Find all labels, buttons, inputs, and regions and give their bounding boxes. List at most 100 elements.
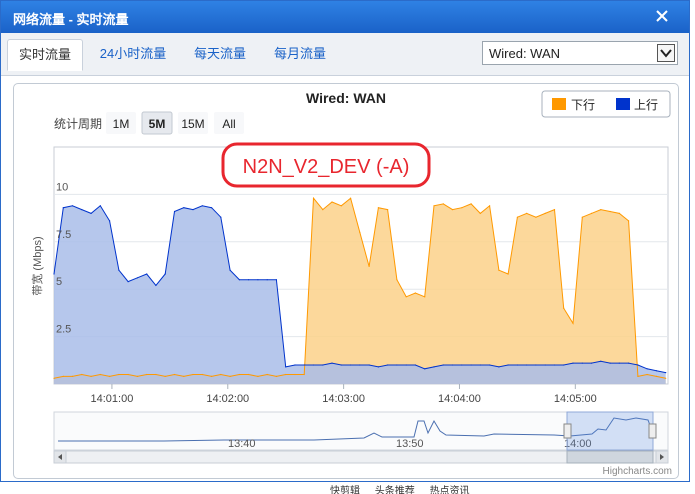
data-point — [192, 209, 194, 211]
data-point — [90, 212, 92, 214]
data-point — [572, 362, 574, 364]
data-point — [90, 375, 92, 377]
status-item[interactable]: 头条推荐 — [375, 486, 415, 494]
data-point — [609, 362, 611, 364]
data-point — [628, 220, 630, 222]
data-point — [118, 269, 120, 271]
data-point — [173, 373, 176, 376]
data-point — [146, 273, 148, 275]
data-point — [535, 364, 537, 366]
data-point — [238, 373, 240, 376]
data-point — [572, 322, 574, 324]
data-point — [229, 375, 231, 377]
credits-text[interactable]: Highcharts.com — [603, 466, 672, 477]
data-point — [294, 364, 296, 366]
data-point — [266, 373, 268, 376]
data-point — [396, 364, 398, 366]
data-point — [553, 364, 556, 366]
title-bar: 网络流量 - 实时流量 — [1, 1, 689, 33]
data-point — [192, 373, 194, 376]
data-point — [470, 364, 472, 366]
legend-label-download: 下行 — [571, 98, 595, 112]
data-point — [442, 203, 444, 205]
data-point — [312, 364, 315, 366]
data-point — [285, 373, 287, 376]
data-point — [479, 212, 481, 214]
data-point — [414, 292, 416, 294]
data-point — [461, 364, 463, 366]
data-point — [127, 373, 129, 376]
data-point — [350, 197, 352, 199]
x-tick-label: 14:02:00 — [206, 393, 249, 405]
data-point — [451, 364, 454, 366]
chart-container: Wired: WAN 统计周期 1M 5M 15M All 下行 上行 2.5 5 7.5… — [13, 83, 679, 479]
data-point — [646, 368, 648, 370]
scrollbar-thumb — [566, 450, 654, 464]
data-point — [146, 373, 148, 376]
data-point — [590, 212, 593, 214]
data-point — [211, 375, 213, 377]
data-point — [470, 203, 472, 205]
tab-monthly[interactable]: 每月流量 — [265, 39, 335, 69]
scrollbar[interactable] — [53, 450, 669, 464]
close-icon[interactable] — [655, 9, 669, 23]
navigator-handle-left — [563, 423, 572, 439]
chevron-down-icon[interactable] — [657, 44, 675, 62]
data-point — [248, 373, 250, 376]
y-tick-label: 10 — [56, 181, 68, 193]
x-tick-label: 14:05:00 — [554, 393, 597, 405]
data-point — [173, 210, 176, 213]
data-point — [322, 209, 324, 211]
period-button-label: 1M — [113, 117, 130, 131]
period-label: 统计周期 — [54, 117, 102, 131]
data-point — [655, 370, 658, 372]
interface-select[interactable]: Wired: WAN — [482, 41, 678, 65]
navigator-selection — [566, 411, 654, 451]
tab-24h[interactable]: 24小时流量 — [91, 39, 175, 69]
data-point — [164, 375, 166, 377]
x-tick-label: 14:04:00 — [438, 393, 481, 405]
data-point — [618, 212, 620, 214]
data-point — [331, 362, 333, 364]
data-point — [451, 209, 454, 211]
data-point — [257, 375, 259, 377]
data-point — [71, 205, 74, 207]
data-point — [387, 364, 389, 366]
y-tick-label: 5 — [56, 276, 62, 288]
period-selector: 1M 5M 15M All — [106, 111, 244, 135]
status-bar: 快剪辑 头条推荐 热点资讯 — [330, 482, 690, 494]
data-point — [600, 360, 602, 362]
data-point — [498, 366, 500, 368]
data-point — [127, 281, 129, 283]
data-point — [368, 364, 370, 366]
data-point — [563, 364, 565, 366]
data-point — [433, 366, 435, 368]
data-point — [81, 209, 83, 211]
watermark-text: N2N_V2_DEV (-A) — [243, 156, 410, 178]
tab-daily[interactable]: 每天流量 — [185, 39, 255, 69]
interface-select-value: Wired: WAN — [489, 46, 561, 61]
x-axis-ticks: 14:01:00 14:02:00 14:03:00 14:04:00 14:05:00 — [91, 384, 597, 405]
tab-realtime[interactable]: 实时流量 — [7, 39, 83, 71]
data-point — [498, 269, 500, 271]
data-point — [637, 375, 639, 377]
data-point — [507, 364, 509, 366]
data-point — [266, 279, 268, 281]
period-button-label: 5M — [149, 117, 166, 131]
navigator[interactable]: 13:40 13:50 14:00 — [53, 411, 669, 451]
data-point — [405, 296, 407, 298]
status-item[interactable]: 快剪辑 — [330, 486, 360, 494]
data-point — [109, 220, 111, 222]
x-tick-label: 14:01:00 — [91, 393, 134, 405]
data-point — [312, 197, 315, 199]
status-item[interactable]: 热点资讯 — [430, 486, 470, 494]
data-point — [155, 284, 157, 286]
data-point — [53, 273, 55, 275]
data-point — [303, 364, 305, 366]
legend: 下行 上行 — [541, 90, 671, 118]
y-tick-label: 2.5 — [56, 324, 71, 336]
window-title: 网络流量 - 实时流量 — [13, 12, 129, 27]
data-point — [405, 364, 407, 366]
data-point — [62, 375, 64, 377]
data-point — [377, 366, 379, 368]
